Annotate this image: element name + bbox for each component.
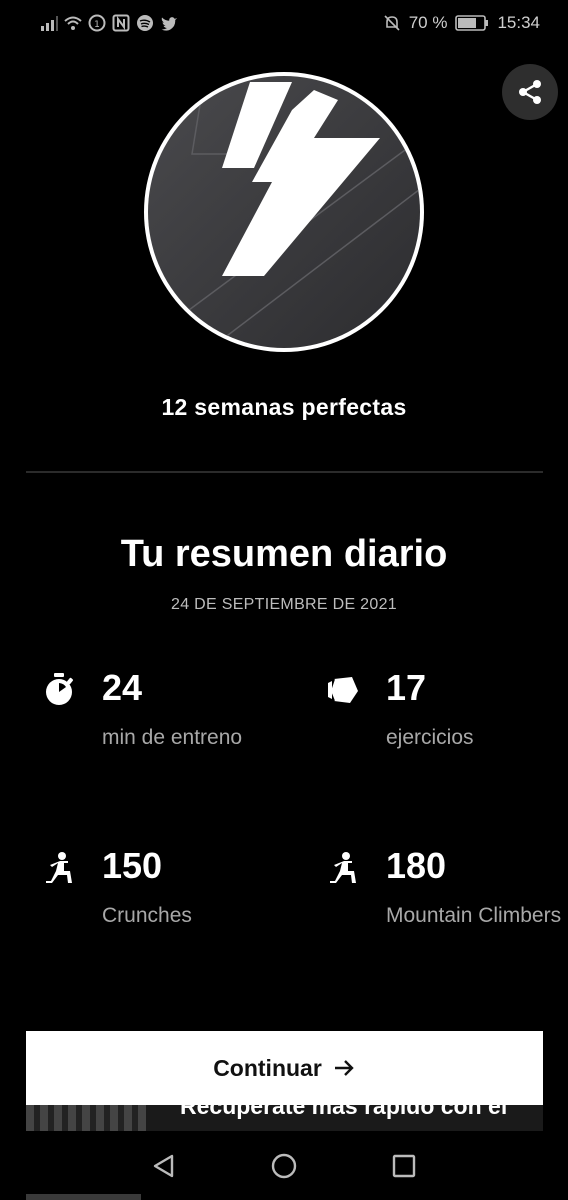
home-button[interactable] bbox=[224, 1152, 344, 1180]
continue-label: Continuar bbox=[213, 1054, 322, 1081]
summary-date: 24 DE SEPTIEMBRE DE 2021 bbox=[171, 596, 397, 613]
twitter-icon bbox=[161, 17, 177, 31]
wifi-icon bbox=[64, 16, 82, 30]
clock: 15:34 bbox=[497, 13, 540, 32]
battery-percent: 70 % bbox=[408, 13, 448, 32]
continue-button[interactable]: Continuar bbox=[26, 1031, 543, 1105]
share-icon bbox=[519, 80, 541, 104]
data-saver-icon: 1 bbox=[88, 14, 106, 32]
stat-value: 150 bbox=[102, 845, 163, 886]
system-nav-bar bbox=[0, 1131, 568, 1200]
back-triangle-icon bbox=[153, 1154, 174, 1177]
svg-text:1: 1 bbox=[94, 20, 100, 30]
spotify-icon bbox=[137, 15, 153, 31]
status-bar: 1 70 % 15:34 bbox=[0, 0, 568, 48]
stat-value: 17 bbox=[386, 667, 427, 708]
divider bbox=[26, 471, 543, 473]
bottom-strip bbox=[26, 1194, 141, 1200]
arrow-right-icon bbox=[334, 1060, 354, 1076]
stopwatch-icon bbox=[46, 673, 74, 705]
workout-figure-icon bbox=[46, 852, 72, 883]
nfc-icon bbox=[112, 14, 130, 32]
exercises-icon bbox=[328, 677, 358, 703]
stat-label: Mountain Climbers bbox=[386, 904, 562, 927]
battery-icon bbox=[455, 15, 489, 31]
achievement-badge bbox=[144, 72, 424, 352]
page-title: Tu resumen diario bbox=[120, 533, 448, 575]
share-button[interactable] bbox=[502, 64, 558, 120]
achievement-subtitle: 12 semanas perfectas bbox=[161, 394, 407, 420]
workout-figure-icon bbox=[330, 852, 356, 883]
stat-label: min de entreno bbox=[102, 726, 243, 749]
mute-bell-icon bbox=[384, 15, 400, 31]
status-right: 70 % 15:34 bbox=[383, 13, 540, 33]
recents-button[interactable] bbox=[344, 1152, 464, 1180]
stat-value: 180 bbox=[386, 845, 447, 886]
status-left-icons: 1 bbox=[40, 14, 178, 32]
card-thumbnail bbox=[26, 1105, 146, 1131]
stat-value: 24 bbox=[102, 667, 143, 708]
stat-label: Crunches bbox=[102, 904, 192, 927]
back-button[interactable] bbox=[104, 1152, 224, 1180]
recents-square-icon bbox=[392, 1154, 416, 1177]
signal-icon bbox=[41, 16, 58, 31]
home-circle-icon bbox=[271, 1153, 297, 1178]
card-title: Recupérate más rápido con el bbox=[180, 1105, 508, 1119]
stat-label: ejercicios bbox=[386, 726, 474, 749]
next-card-preview[interactable]: Recupérate más rápido con el bbox=[26, 1105, 543, 1131]
